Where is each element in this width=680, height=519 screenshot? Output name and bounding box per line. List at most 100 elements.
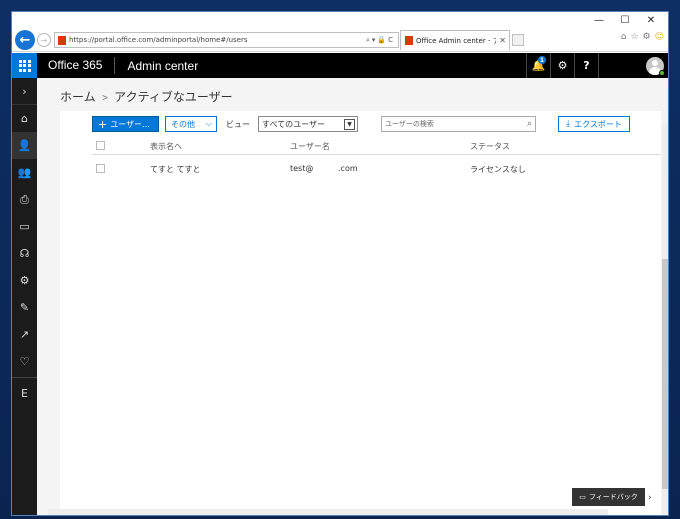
address-bar-icons[interactable]: ⌕▾🔒C (366, 36, 398, 45)
horizontal-scrollbar[interactable] (48, 509, 608, 515)
favorites-icon[interactable]: ☆ (630, 32, 638, 42)
add-user-label: ユーザー... (110, 119, 150, 129)
breadcrumb-home-link[interactable]: ホーム (60, 90, 96, 104)
nav-item-home[interactable]: ⌂ (12, 105, 37, 132)
tab-close-icon[interactable]: ✕ (496, 36, 509, 45)
download-icon: ⤓ (566, 119, 571, 129)
users-toolbar: + ユーザー... その他 ⌵ ビュー すべてのユーザー ▼ ⌕ ⤓ (92, 116, 630, 132)
row-username-prefix: test@ (290, 164, 314, 173)
plus-icon: + (98, 117, 108, 131)
chevron-down-icon: ⌵ (205, 119, 212, 128)
presence-status-icon (659, 70, 665, 76)
settings-gear-icon: ⚙ (19, 274, 30, 287)
notification-badge: 1 (538, 56, 546, 64)
app-launcher-button[interactable] (12, 53, 37, 78)
title-bar: — ☐ ✕ (12, 12, 668, 28)
row-username-suffix: .com (338, 164, 358, 173)
select-all-checkbox[interactable] (96, 141, 105, 150)
row-checkbox[interactable] (96, 164, 105, 173)
home-icon[interactable]: ⌂ (621, 32, 627, 42)
nav-item-settings[interactable]: ⚙ (12, 267, 37, 294)
export-label: エクスポート (574, 119, 622, 129)
resources-icon: ⎙ (20, 192, 29, 206)
user-search-box[interactable]: ⌕ (381, 116, 536, 132)
help-button[interactable]: ? (574, 53, 598, 78)
home-icon: ⌂ (21, 112, 28, 125)
chevron-right-icon: › (22, 84, 27, 98)
nav-item-resources[interactable]: ⎙ (12, 186, 37, 213)
column-header-username[interactable]: ユーザー名 (290, 141, 330, 152)
office-favicon-icon (58, 35, 66, 45)
nav-expand-button[interactable]: › (12, 78, 37, 105)
nav-item-support[interactable]: ☊ (12, 240, 37, 267)
tab-favicon-icon (405, 36, 413, 45)
column-header-display-name[interactable]: 表示名へ (150, 141, 182, 152)
nav-divider (12, 377, 37, 378)
view-label: ビュー (226, 119, 250, 129)
settings-button[interactable]: ⚙ (550, 53, 574, 78)
table-row[interactable]: てすと てすと test@ .com ライセンスなし (92, 158, 661, 180)
feedback-smiley-icon[interactable]: ☺ (655, 32, 664, 42)
row-display-name[interactable]: てすと てすと (150, 164, 201, 175)
o365-top-bar: Office 365 Admin center 🔔 1 ⚙ ? (12, 53, 668, 78)
user-search-input[interactable] (385, 120, 527, 128)
address-url[interactable]: https://portal.office.com/adminportal/ho… (69, 36, 366, 44)
groups-icon: 👥 (17, 166, 32, 179)
nav-item-billing[interactable]: ▭ (12, 213, 37, 240)
address-bar[interactable]: https://portal.office.com/adminportal/ho… (54, 32, 399, 48)
comment-icon: ▭ (579, 493, 586, 501)
tab-title: Office Admin center - アクテ... (416, 36, 496, 45)
column-header-status[interactable]: ステータス (470, 141, 510, 152)
user-icon: 👤 (17, 139, 32, 152)
main-content: ホーム > アクティブなユーザー + ユーザー... その他 ⌵ ビュー すべて… (37, 78, 668, 515)
close-window-button[interactable]: ✕ (638, 12, 664, 28)
browser-window: — ☐ ✕ ← → https://portal.office.com/admi… (11, 11, 669, 516)
nav-item-exchange[interactable]: E (12, 380, 37, 407)
waffle-icon (18, 59, 31, 72)
nav-item-reports[interactable]: ↗ (12, 321, 37, 348)
gear-icon: ⚙ (557, 59, 568, 72)
tools-gear-icon[interactable]: ⚙ (643, 32, 651, 42)
minimize-button[interactable]: — (586, 12, 612, 28)
browser-tools: ⌂ ☆ ⚙ ☺ (621, 32, 664, 42)
users-panel: + ユーザー... その他 ⌵ ビュー すべてのユーザー ▼ ⌕ ⤓ (60, 111, 661, 515)
breadcrumb-separator: > (101, 93, 108, 104)
more-button[interactable]: その他 ⌵ (165, 116, 217, 132)
headset-icon: ☊ (19, 247, 30, 260)
new-tab-button[interactable] (512, 34, 524, 46)
forward-button[interactable]: → (37, 33, 51, 47)
health-heart-icon: ♡ (19, 355, 30, 368)
nav-item-users[interactable]: 👤 (12, 132, 37, 159)
app-name: Admin center (127, 58, 199, 73)
feedback-label: フィードバック (588, 493, 638, 501)
maximize-button[interactable]: ☐ (612, 12, 638, 28)
brand-name[interactable]: Office 365 (37, 57, 116, 74)
nav-item-setup[interactable]: ✎ (12, 294, 37, 321)
billing-card-icon: ▭ (19, 220, 30, 233)
search-icon[interactable]: ⌕ (527, 119, 535, 129)
back-button[interactable]: ← (15, 30, 35, 50)
account-button[interactable] (598, 53, 668, 78)
scrollbar-thumb[interactable] (662, 259, 668, 489)
feedback-button[interactable]: ▭ フィードバック (572, 488, 645, 506)
add-user-button[interactable]: + ユーザー... (92, 116, 159, 132)
chevron-right-icon[interactable]: › (648, 493, 652, 503)
nav-item-groups[interactable]: 👥 (12, 159, 37, 186)
notifications-button[interactable]: 🔔 1 (526, 53, 550, 78)
export-button[interactable]: ⤓ エクスポート (558, 116, 630, 132)
reports-chart-icon: ↗ (19, 328, 30, 341)
wrench-icon: ✎ (19, 301, 30, 314)
view-selected-value: すべてのユーザー (262, 119, 325, 129)
vertical-scrollbar[interactable] (662, 124, 668, 515)
view-select[interactable]: すべてのユーザー ▼ (258, 116, 358, 132)
window-controls: — ☐ ✕ (586, 12, 664, 28)
nav-item-health[interactable]: ♡ (12, 348, 37, 375)
top-bar-icons: 🔔 1 ⚙ ? (526, 53, 668, 78)
page-title: アクティブなユーザー (114, 90, 233, 104)
exchange-icon: E (21, 387, 28, 400)
browser-tab[interactable]: Office Admin center - アクテ... ✕ (400, 30, 510, 50)
breadcrumb: ホーム > アクティブなユーザー (60, 88, 233, 105)
help-icon: ? (583, 59, 590, 72)
dropdown-arrow-icon[interactable]: ▼ (344, 118, 355, 130)
row-status: ライセンスなし (470, 165, 526, 174)
